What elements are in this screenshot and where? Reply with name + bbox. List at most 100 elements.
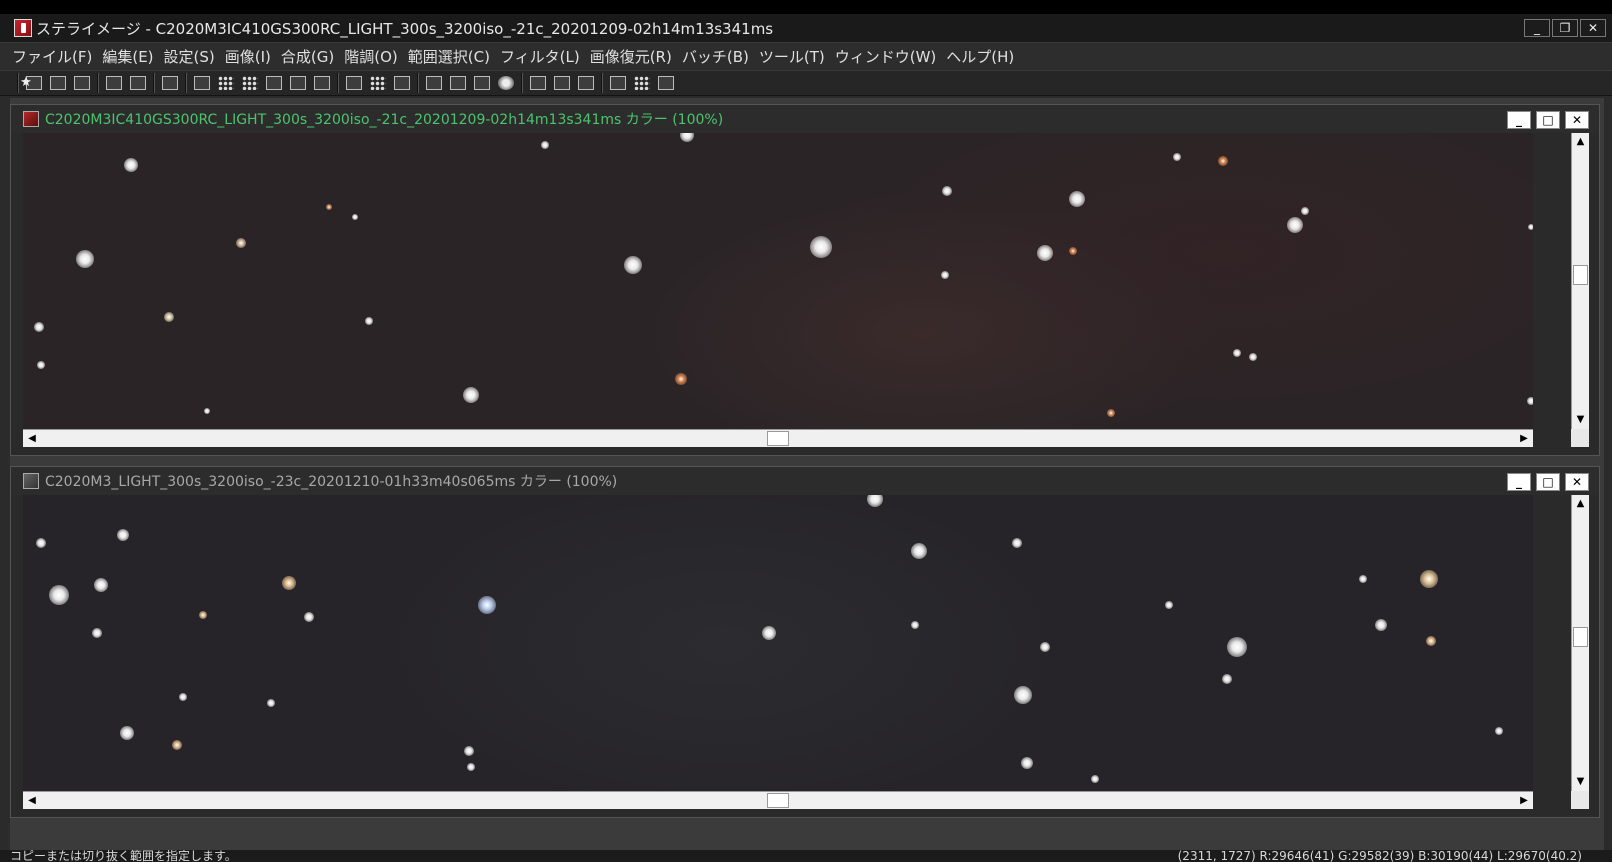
bar-icon[interactable]	[262, 72, 286, 94]
scroll-up-arrow[interactable]: ▲	[1572, 495, 1589, 513]
title-bar[interactable]: ステライメージ - C2020M3IC410GS300RC_LIGHT_300s…	[0, 14, 1612, 42]
menu-window[interactable]: ウィンドウ(W)	[835, 46, 937, 67]
star-point	[1069, 247, 1077, 255]
star-point	[172, 740, 182, 750]
close-button[interactable]: ✕	[1580, 19, 1606, 37]
zoom-in-icon[interactable]	[526, 72, 550, 94]
menu-settings[interactable]: 設定(S)	[164, 46, 215, 67]
gradient-icon[interactable]	[574, 72, 598, 94]
status-bar: コピーまたは切り抜く範囲を指定します。 (2311, 1727) R:29646…	[0, 850, 1612, 862]
star-point	[204, 408, 210, 414]
horizontal-scrollbar[interactable]: ◀ ▶	[23, 791, 1533, 809]
zoom-fit-icon[interactable]	[550, 72, 574, 94]
minimize-button[interactable]: _	[1507, 111, 1531, 129]
frame-icon[interactable]	[310, 72, 334, 94]
minimize-button[interactable]: _	[1524, 19, 1550, 37]
maximize-button[interactable]: □	[1536, 111, 1560, 129]
batch-icon[interactable]	[422, 72, 446, 94]
copy-icon[interactable]	[102, 72, 126, 94]
stars-icon[interactable]: ✦	[14, 72, 38, 94]
scroll-right-arrow[interactable]: ▶	[1515, 792, 1533, 809]
select-icon[interactable]	[606, 72, 630, 94]
close-button[interactable]: ✕	[1565, 111, 1589, 129]
layers-icon[interactable]	[342, 72, 366, 94]
print-icon[interactable]	[70, 72, 94, 94]
menu-help[interactable]: ヘルプ(H)	[946, 46, 1014, 67]
enhance-icon[interactable]	[286, 72, 310, 94]
app-icon[interactable]	[14, 19, 32, 37]
vertical-scroll-thumb[interactable]	[1573, 265, 1588, 285]
star-field-image[interactable]	[23, 133, 1533, 429]
app-window: ステライメージ - C2020M3IC410GS300RC_LIGHT_300s…	[0, 0, 1612, 862]
resize-grip[interactable]	[1571, 429, 1589, 447]
scroll-down-arrow[interactable]: ▼	[1572, 411, 1589, 429]
histogram-icon[interactable]	[446, 72, 470, 94]
star-point	[1375, 619, 1387, 631]
dither-icon[interactable]	[238, 72, 262, 94]
menu-composite[interactable]: 合成(G)	[281, 46, 334, 67]
close-button[interactable]: ✕	[1565, 473, 1589, 491]
scroll-up-arrow[interactable]: ▲	[1572, 133, 1589, 151]
star-point	[120, 726, 134, 740]
toolbar-separator	[153, 73, 155, 93]
menu-filter[interactable]: フィルタ(L)	[500, 46, 580, 67]
scroll-down-arrow[interactable]: ▼	[1572, 773, 1589, 791]
horizontal-scroll-thumb[interactable]	[767, 793, 789, 808]
toolbar-separator	[337, 73, 339, 93]
minimize-button[interactable]: _	[1507, 473, 1531, 491]
horizontal-scrollbar[interactable]: ◀ ▶	[23, 429, 1533, 447]
star-point	[911, 621, 919, 629]
noise-icon[interactable]	[214, 72, 238, 94]
star-point	[1528, 224, 1533, 230]
star-point	[463, 387, 479, 403]
menu-image[interactable]: 画像(I)	[225, 46, 271, 67]
menu-edit[interactable]: 編集(E)	[102, 46, 153, 67]
image-window-icon[interactable]	[23, 473, 39, 489]
toolbar-separator	[521, 73, 523, 93]
menu-restore[interactable]: 画像復元(R)	[590, 46, 672, 67]
star-point	[1012, 538, 1022, 548]
star-point	[467, 763, 475, 771]
star-point	[1165, 601, 1173, 609]
window-controls: _ ❐ ✕	[1524, 19, 1606, 37]
vertical-scroll-thumb[interactable]	[1573, 627, 1588, 647]
scroll-left-arrow[interactable]: ◀	[23, 430, 41, 447]
levels-icon[interactable]	[190, 72, 214, 94]
grid-icon[interactable]	[366, 72, 390, 94]
star-point	[304, 612, 314, 622]
image-window-icon[interactable]	[23, 111, 39, 127]
star-point	[911, 543, 927, 559]
star-point	[326, 204, 332, 210]
image-window-title-bar[interactable]: C2020M3_LIGHT_300s_3200iso_-23c_20201210…	[11, 467, 1599, 495]
paste-icon[interactable]	[126, 72, 150, 94]
star-point	[1222, 674, 1232, 684]
image-window-inactive[interactable]: C2020M3_LIGHT_300s_3200iso_-23c_20201210…	[10, 466, 1600, 818]
menu-batch[interactable]: バッチ(B)	[682, 46, 749, 67]
image-window-active[interactable]: C2020M3IC410GS300RC_LIGHT_300s_3200iso_-…	[10, 104, 1600, 456]
target-icon[interactable]	[654, 72, 678, 94]
scroll-right-arrow[interactable]: ▶	[1515, 430, 1533, 447]
menu-file[interactable]: ファイル(F)	[12, 46, 92, 67]
vertical-scrollbar[interactable]: ▲ ▼	[1571, 495, 1589, 791]
info-icon[interactable]	[158, 72, 182, 94]
star-point	[1021, 757, 1033, 769]
horizontal-scroll-thumb[interactable]	[767, 431, 789, 446]
curves-icon[interactable]	[470, 72, 494, 94]
stack-icon[interactable]	[390, 72, 414, 94]
sphere-icon[interactable]	[494, 72, 518, 94]
image-window-controls: _ □ ✕	[1507, 473, 1589, 491]
menu-tone[interactable]: 階調(O)	[344, 46, 398, 67]
resize-grip[interactable]	[1571, 791, 1589, 809]
star-field-image[interactable]	[23, 495, 1533, 791]
save-icon[interactable]	[46, 72, 70, 94]
menu-tools[interactable]: ツール(T)	[759, 46, 825, 67]
restore-button[interactable]: ❐	[1552, 19, 1578, 37]
scroll-left-arrow[interactable]: ◀	[23, 792, 41, 809]
star-point	[117, 529, 129, 541]
image-window-title-bar[interactable]: C2020M3IC410GS300RC_LIGHT_300s_3200iso_-…	[11, 105, 1599, 133]
maximize-button[interactable]: □	[1536, 473, 1560, 491]
menu-selection[interactable]: 範囲選択(C)	[408, 46, 490, 67]
crosshair-icon[interactable]	[630, 72, 654, 94]
star-point	[941, 271, 949, 279]
vertical-scrollbar[interactable]: ▲ ▼	[1571, 133, 1589, 429]
